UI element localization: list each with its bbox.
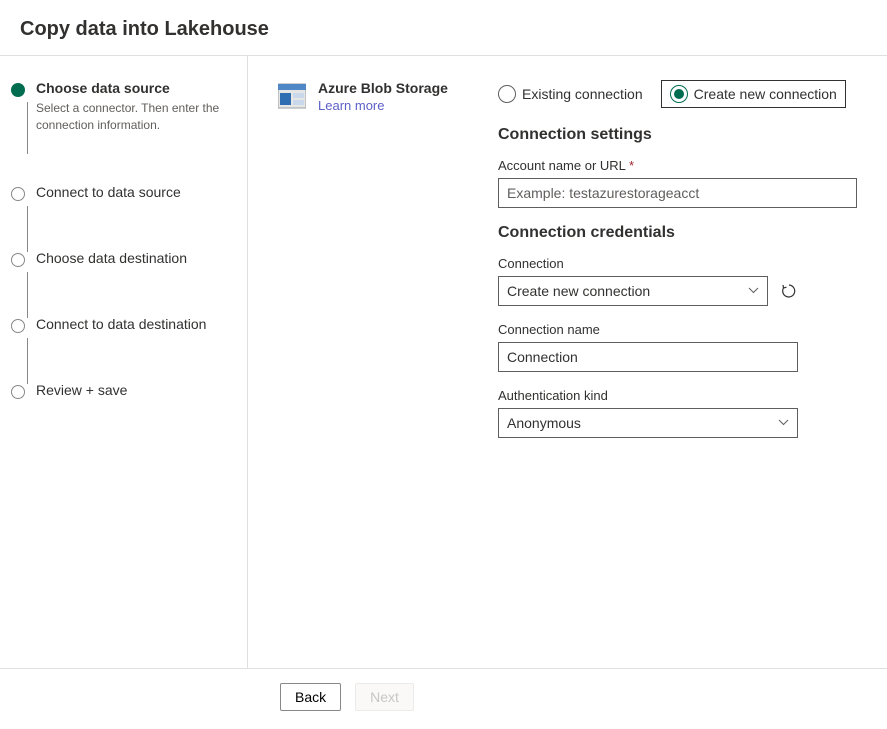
step-indicator: [10, 316, 26, 333]
main-content: Azure Blob Storage Learn more Existing c…: [248, 56, 887, 668]
step-connector: [27, 206, 28, 252]
select-value: Create new connection: [507, 283, 650, 299]
dialog-title: Copy data into Lakehouse: [20, 18, 867, 41]
account-url-field: Account name or URL *: [498, 158, 857, 208]
azure-blob-storage-icon: [278, 82, 306, 110]
step-indicator: [10, 250, 26, 267]
step-text: Choose data destination: [26, 250, 187, 316]
step-choose-data-destination[interactable]: Choose data destination: [10, 250, 239, 316]
step-title: Choose data source: [36, 80, 226, 96]
connection-name-field: Connection name: [498, 322, 798, 372]
step-title: Connect to data destination: [36, 316, 206, 332]
authentication-kind-field: Authentication kind Anonymous: [498, 388, 798, 438]
connection-label: Connection: [498, 256, 798, 271]
step-title: Review + save: [36, 382, 127, 398]
back-button[interactable]: Back: [280, 683, 341, 711]
connection-select-row: Create new connection: [498, 276, 798, 306]
radio-icon: [498, 85, 516, 103]
authentication-kind-select[interactable]: Anonymous: [498, 408, 798, 438]
refresh-icon[interactable]: [780, 282, 798, 300]
connection-field: Connection Create new connection: [498, 256, 798, 306]
next-button[interactable]: Next: [355, 683, 414, 711]
step-choose-data-source[interactable]: Choose data source Select a connector. T…: [10, 80, 239, 184]
chevron-down-icon: [778, 417, 789, 429]
step-connect-to-data-source[interactable]: Connect to data source: [10, 184, 239, 250]
label-text: Account name or URL: [498, 158, 625, 173]
radio-label: Create new connection: [694, 86, 837, 102]
step-text: Review + save: [26, 382, 127, 448]
connection-mode-radio-group: Existing connection Create new connectio…: [498, 80, 857, 108]
step-indicator: [10, 382, 26, 399]
radio-dot-icon: [674, 89, 684, 99]
step-circle-icon: [11, 385, 25, 399]
step-description: Select a connector. Then enter the conne…: [36, 100, 226, 134]
chevron-down-icon: [748, 285, 759, 297]
required-asterisk: *: [629, 158, 634, 173]
connection-select[interactable]: Create new connection: [498, 276, 768, 306]
step-text: Connect to data source: [26, 184, 181, 250]
step-review-save[interactable]: Review + save: [10, 382, 239, 448]
step-connector: [27, 102, 28, 154]
connection-credentials-heading: Connection credentials: [498, 224, 857, 242]
connection-name-input[interactable]: [498, 342, 798, 372]
step-circle-icon: [11, 83, 25, 97]
step-indicator: [10, 184, 26, 201]
dialog-body: Choose data source Select a connector. T…: [0, 56, 887, 668]
select-value: Anonymous: [507, 415, 581, 431]
existing-connection-radio[interactable]: Existing connection: [498, 85, 643, 103]
step-circle-icon: [11, 319, 25, 333]
step-circle-icon: [11, 187, 25, 201]
step-text: Choose data source Select a connector. T…: [26, 80, 226, 184]
connection-settings-heading: Connection settings: [498, 126, 857, 144]
connection-form: Existing connection Create new connectio…: [498, 80, 857, 668]
step-connect-to-data-destination[interactable]: Connect to data destination: [10, 316, 239, 382]
connector-info: Azure Blob Storage Learn more: [278, 80, 478, 668]
create-new-connection-radio[interactable]: Create new connection: [661, 80, 846, 108]
connector-text: Azure Blob Storage Learn more: [318, 80, 448, 668]
step-indicator: [10, 80, 26, 97]
dialog-header: Copy data into Lakehouse: [0, 0, 887, 56]
step-connector: [27, 338, 28, 384]
learn-more-link[interactable]: Learn more: [318, 98, 384, 113]
wizard-steps: Choose data source Select a connector. T…: [0, 56, 248, 668]
radio-icon: [670, 85, 688, 103]
connection-name-label: Connection name: [498, 322, 798, 337]
step-circle-icon: [11, 253, 25, 267]
account-url-input[interactable]: [498, 178, 857, 208]
step-title: Connect to data source: [36, 184, 181, 200]
dialog-footer: Back Next: [0, 668, 887, 711]
step-title: Choose data destination: [36, 250, 187, 266]
radio-label: Existing connection: [522, 86, 643, 102]
step-connector: [27, 272, 28, 318]
connector-name: Azure Blob Storage: [318, 80, 448, 96]
step-text: Connect to data destination: [26, 316, 206, 382]
account-url-label: Account name or URL *: [498, 158, 857, 173]
authentication-kind-label: Authentication kind: [498, 388, 798, 403]
